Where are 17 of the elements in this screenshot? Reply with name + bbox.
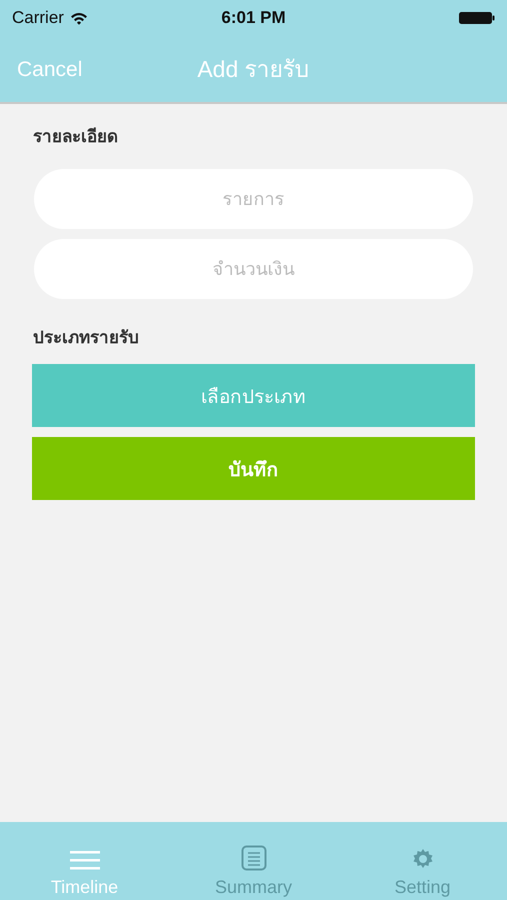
tab[interactable]: Setting: [338, 822, 507, 900]
cancel-button[interactable]: Cancel: [17, 58, 82, 82]
document-icon: [240, 845, 266, 871]
tab[interactable]: Timeline: [0, 822, 169, 900]
status-time: 6:01 PM: [221, 8, 286, 28]
nav-title: Add รายรับ: [197, 55, 310, 84]
wifi-icon: [70, 12, 88, 24]
save-button[interactable]: บันทึก: [32, 437, 475, 500]
select-type-button[interactable]: เลือกประเภท: [32, 364, 475, 427]
menu-icon: [68, 849, 100, 871]
section-label: ประเภทรายรับ: [33, 327, 139, 350]
tab[interactable]: Summary: [169, 822, 338, 900]
input-field[interactable]: จำนวนเงิน: [34, 239, 473, 299]
section-label: รายละเอียด: [33, 126, 118, 149]
carrier-label: Carrier: [12, 8, 64, 28]
battery-icon: [459, 11, 495, 25]
input-field[interactable]: รายการ: [34, 169, 473, 229]
